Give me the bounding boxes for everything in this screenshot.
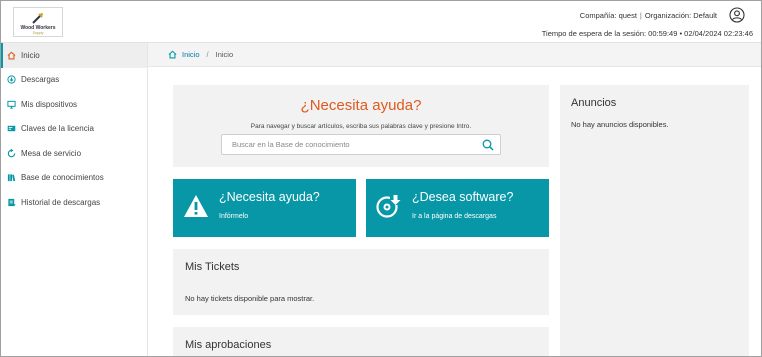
key-card-icon: [7, 124, 16, 133]
monitor-icon: [7, 100, 16, 109]
report-issue-tile[interactable]: ¿Necesita ayuda? Infórmelo: [173, 179, 356, 237]
account-info: Compañía: quest | Organización: Default: [579, 11, 717, 20]
warning-icon: [184, 195, 208, 217]
session-timeout: Tiempo de espera de la sesión: 00:59:49 …: [541, 29, 753, 38]
company-label: Compañía: quest: [579, 11, 637, 20]
breadcrumb-current: Inicio: [215, 50, 234, 59]
sidebar-item-label: Mesa de servicio: [21, 148, 82, 158]
user-avatar-icon[interactable]: [729, 7, 745, 23]
sidebar-item-descargas[interactable]: Descargas: [1, 68, 147, 93]
downloads-tile[interactable]: ¿Desea software? Ir a la página de desca…: [366, 179, 549, 237]
my-approvals-panel: Mis aprobaciones: [173, 327, 549, 356]
sidebar-item-label: Descargas: [21, 75, 60, 85]
breadcrumb-home-icon[interactable]: [168, 50, 177, 59]
tile-subtitle: Ir a la página de descargas: [412, 213, 497, 220]
company-logo[interactable]: Wood Workers Supply: [13, 7, 63, 37]
logo-sub: Supply: [32, 31, 44, 35]
help-search-panel: ¿Necesita ayuda? Para navegar y buscar a…: [173, 85, 549, 167]
sidebar: Inicio Descargas Mis dispositivos Claves…: [1, 43, 148, 356]
tile-title: ¿Necesita ayuda?: [219, 190, 320, 204]
sidebar-item-inicio[interactable]: Inicio: [1, 43, 147, 68]
breadcrumb: Inicio / Inicio: [148, 43, 761, 67]
sidebar-item-label: Base de conocimientos: [21, 173, 104, 183]
help-subtitle: Para navegar y buscar artículos, escriba…: [250, 123, 472, 130]
announcements-empty-message: No hay anuncios disponibles.: [571, 120, 669, 129]
sidebar-item-label: Mis dispositivos: [21, 99, 78, 109]
approvals-title: Mis aprobaciones: [185, 339, 272, 351]
help-title: ¿Necesita ayuda?: [300, 97, 422, 114]
history-icon: [7, 198, 16, 207]
top-header: Wood Workers Supply Compañía: quest | Orga…: [1, 1, 761, 43]
sidebar-item-label: Inicio: [21, 50, 40, 60]
sidebar-item-historial-descargas[interactable]: Historial de descargas: [1, 190, 147, 215]
download-icon: [7, 75, 16, 84]
breadcrumb-home-link[interactable]: Inicio: [182, 50, 200, 59]
search-input[interactable]: [222, 135, 477, 154]
tickets-title: Mis Tickets: [185, 261, 240, 273]
breadcrumb-separator: /: [206, 50, 209, 59]
tile-title: ¿Desea software?: [412, 190, 514, 204]
tickets-empty-message: No hay tickets disponible para mostrar.: [185, 294, 315, 303]
app-frame: Wood Workers Supply Compañía: quest | Orga…: [0, 0, 762, 357]
tile-subtitle: Infórmelo: [219, 213, 249, 220]
search-icon[interactable]: [482, 139, 494, 151]
home-icon: [7, 51, 16, 60]
sidebar-item-mesa-servicio[interactable]: Mesa de servicio: [1, 141, 147, 166]
sidebar-item-label: Historial de descargas: [21, 197, 101, 207]
sidebar-item-mis-dispositivos[interactable]: Mis dispositivos: [1, 92, 147, 117]
refresh-icon: [7, 148, 16, 158]
announcements-title: Anuncios: [571, 97, 617, 109]
disc-download-icon: [376, 194, 401, 218]
my-tickets-panel: Mis Tickets No hay tickets disponible pa…: [173, 249, 549, 315]
sidebar-item-base-conocimientos[interactable]: Base de conocimientos: [1, 166, 147, 191]
announcements-panel: Anuncios No hay anuncios disponibles.: [560, 85, 749, 356]
logo-mark-icon: [32, 13, 43, 24]
sidebar-item-label: Claves de la licencia: [21, 124, 94, 134]
sidebar-item-claves-licencia[interactable]: Claves de la licencia: [1, 117, 147, 142]
organization-label: Organización: Default: [644, 11, 717, 20]
books-icon: [7, 173, 16, 182]
knowledge-search: [221, 134, 501, 155]
